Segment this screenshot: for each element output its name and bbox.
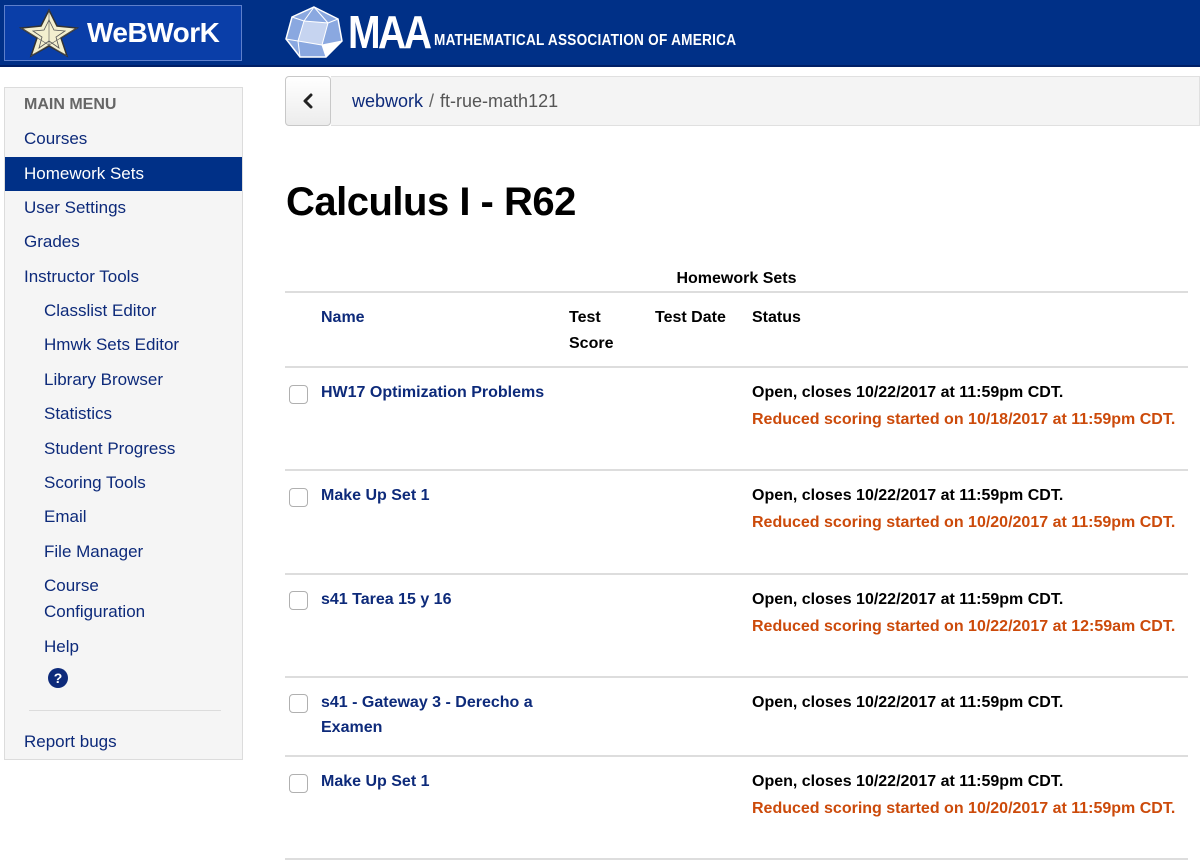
- status-open-text: Open, closes 10/22/2017 at 11:59pm CDT.: [752, 487, 1064, 504]
- sidebar-item-user-settings[interactable]: User Settings: [5, 191, 242, 225]
- row-checkbox[interactable]: [289, 774, 308, 793]
- maa-abbrev: MAA: [348, 6, 432, 58]
- sidebar-item-email[interactable]: Email: [5, 500, 242, 534]
- row-divider: [285, 676, 1188, 678]
- sidebar-item-hmwk-sets-editor[interactable]: Hmwk Sets Editor: [5, 328, 242, 362]
- sidebar-item-student-progress[interactable]: Student Progress: [5, 432, 242, 466]
- chevron-left-icon: [303, 93, 313, 109]
- main-menu-title: MAIN MENU: [24, 96, 117, 113]
- sidebar-item-statistics[interactable]: Statistics: [5, 397, 242, 431]
- status-open-text: Open, closes 10/22/2017 at 11:59pm CDT.: [752, 773, 1064, 790]
- column-header-test-score: Test Score: [569, 309, 614, 352]
- sidebar-item-course-configuration[interactable]: Course Configuration: [5, 571, 155, 627]
- set-name-link[interactable]: s41 Tarea 15 y 16: [321, 587, 571, 612]
- status-open-text: Open, closes 10/22/2017 at 11:59pm CDT.: [752, 694, 1064, 711]
- table-top-border: [285, 291, 1188, 293]
- webwork-brand-link[interactable]: WeBWorK: [4, 5, 242, 61]
- sidebar-item-classlist-editor[interactable]: Classlist Editor: [5, 294, 242, 328]
- sidebar-item-help[interactable]: Help: [5, 630, 242, 664]
- row-divider: [285, 469, 1188, 471]
- set-name-link[interactable]: Make Up Set 1: [321, 483, 571, 508]
- page-title: Calculus I - R62: [286, 180, 576, 224]
- top-banner: WeBWorK MAA MATHEMATICAL ASSOCIATION OF …: [0, 0, 1200, 67]
- row-checkbox[interactable]: [289, 694, 308, 713]
- column-header-test-date: Test Date: [655, 309, 726, 326]
- brand-name: WeBWorK: [87, 17, 220, 48]
- maa-icosahedron-icon: [285, 6, 343, 58]
- row-checkbox[interactable]: [289, 385, 308, 404]
- sidebar-item-instructor-tools[interactable]: Instructor Tools: [5, 260, 242, 294]
- status-reduced-text: Reduced scoring started on 10/20/2017 at…: [752, 800, 1176, 817]
- row-checkbox[interactable]: [289, 488, 308, 507]
- row-divider: [285, 755, 1188, 757]
- main-menu-sidebar: MAIN MENU Courses Homework Sets User Set…: [4, 87, 243, 760]
- sidebar-item-scoring-tools[interactable]: Scoring Tools: [5, 466, 242, 500]
- question-circle-icon[interactable]: ?: [48, 668, 68, 688]
- header-bottom-border: [285, 366, 1188, 368]
- webwork-spider-web-icon: [19, 8, 79, 58]
- report-bugs-link[interactable]: Report bugs: [5, 725, 242, 759]
- sidebar-item-homework-sets[interactable]: Homework Sets: [5, 157, 242, 191]
- sidebar-item-file-manager[interactable]: File Manager: [5, 535, 242, 569]
- row-checkbox[interactable]: [289, 591, 308, 610]
- maa-full-name: MATHEMATICAL ASSOCIATION OF AMERICA: [434, 32, 737, 49]
- status-reduced-text: Reduced scoring started on 10/20/2017 at…: [752, 514, 1176, 531]
- set-name-link[interactable]: Make Up Set 1: [321, 769, 571, 794]
- set-name-link[interactable]: HW17 Optimization Problems: [321, 380, 581, 405]
- set-name-link[interactable]: s41 - Gateway 3 - Derecho a Examen: [321, 690, 561, 740]
- status-reduced-text: Reduced scoring started on 10/18/2017 at…: [752, 411, 1176, 428]
- row-divider: [285, 858, 1188, 860]
- sidebar-item-courses[interactable]: Courses: [5, 122, 242, 156]
- breadcrumb-current: ft-rue-math121: [440, 90, 559, 111]
- breadcrumb: webwork / ft-rue-math121: [331, 76, 1200, 126]
- breadcrumb-webwork-link[interactable]: webwork: [352, 91, 423, 112]
- breadcrumb-separator: /: [429, 90, 435, 111]
- sidebar-item-grades[interactable]: Grades: [5, 225, 242, 259]
- back-button[interactable]: [285, 76, 331, 126]
- status-open-text: Open, closes 10/22/2017 at 11:59pm CDT.: [752, 384, 1064, 401]
- status-reduced-text: Reduced scoring started on 10/22/2017 at…: [752, 618, 1176, 635]
- column-header-name[interactable]: Name: [321, 305, 365, 331]
- maa-logo-link[interactable]: MAA MATHEMATICAL ASSOCIATION OF AMERICA: [284, 4, 790, 60]
- column-header-status: Status: [752, 309, 801, 326]
- row-divider: [285, 573, 1188, 575]
- table-caption: Homework Sets: [676, 270, 797, 287]
- sidebar-item-library-browser[interactable]: Library Browser: [5, 363, 242, 397]
- status-open-text: Open, closes 10/22/2017 at 11:59pm CDT.: [752, 591, 1064, 608]
- menu-divider: [29, 710, 221, 711]
